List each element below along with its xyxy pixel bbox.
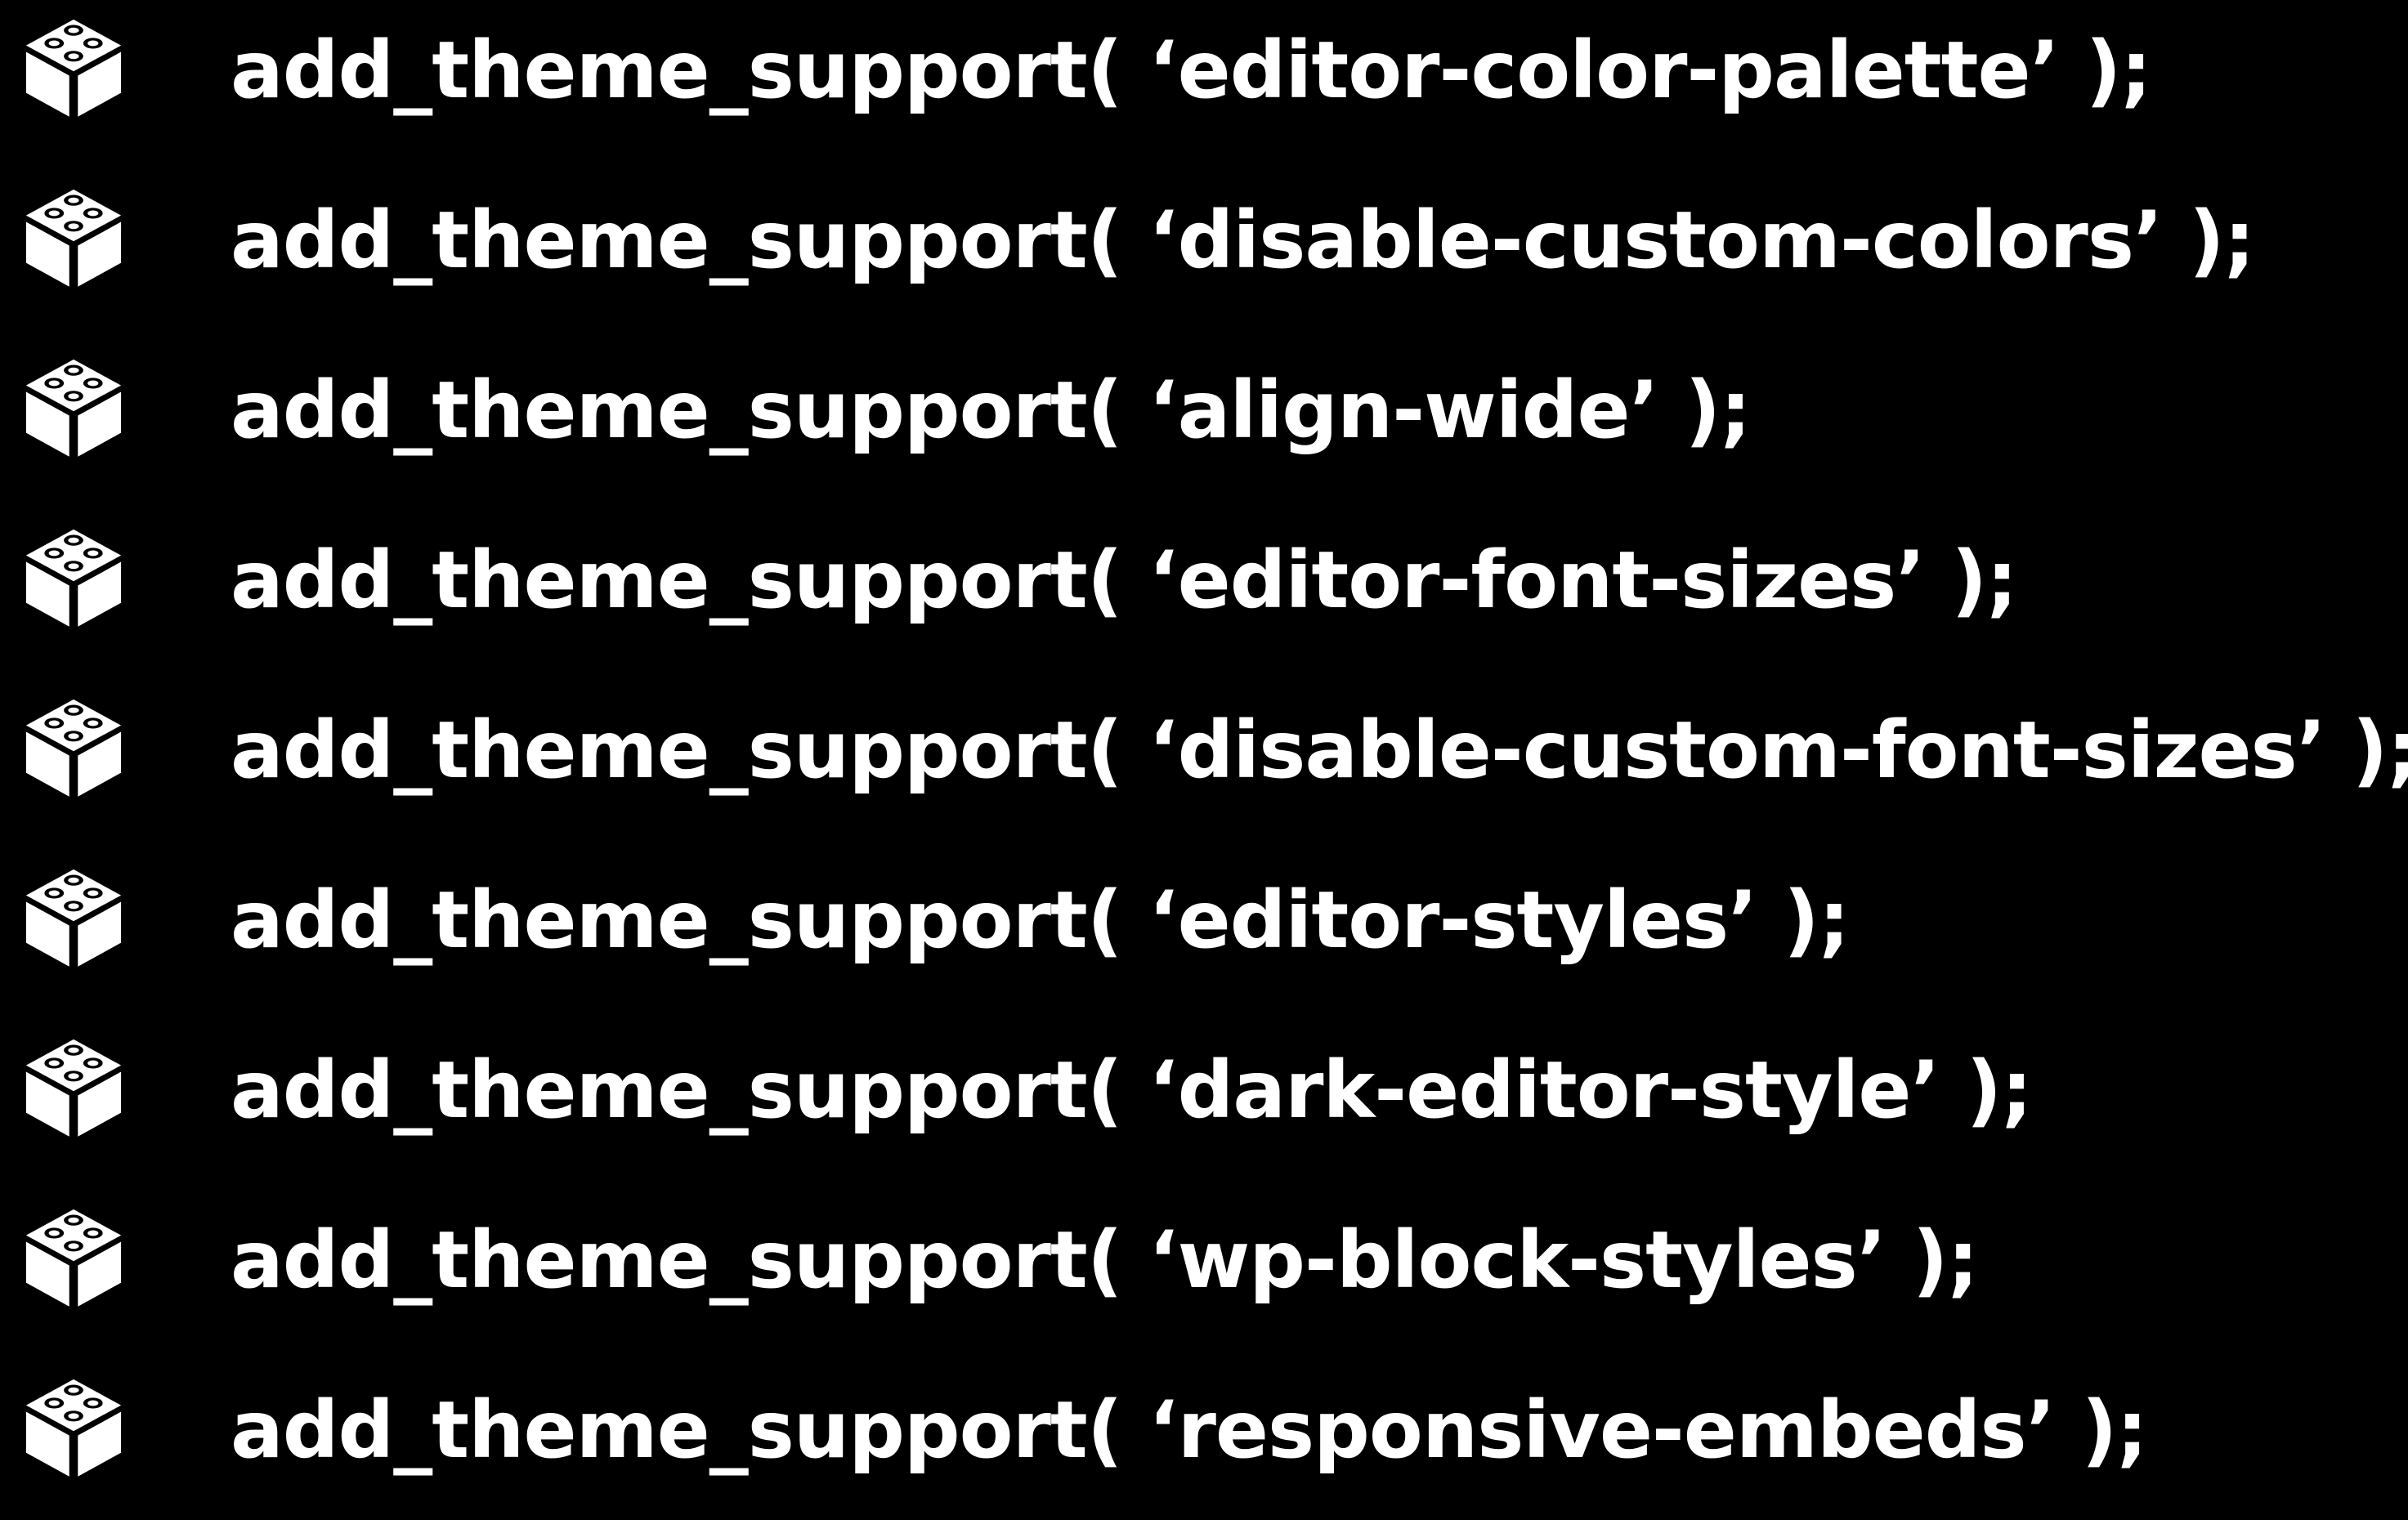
list-item: add_theme_support( ‘dark-editor-style’ )… (0, 1033, 2408, 1180)
block-icon (20, 863, 128, 971)
code-line: add_theme_support( ‘align-wide’ ); (231, 364, 1752, 456)
code-line: add_theme_support( ‘editor-font-sizes’ )… (231, 534, 2017, 626)
list-item: add_theme_support( ‘editor-font-sizes’ )… (0, 523, 2408, 670)
list-item: add_theme_support( ‘disable-custom-font-… (0, 693, 2408, 840)
block-icon (20, 1203, 128, 1311)
block-icon (20, 13, 128, 121)
code-line: add_theme_support( ‘disable-custom-color… (231, 194, 2255, 286)
block-icon (20, 1373, 128, 1481)
list-item: add_theme_support( ‘responsive-embeds’ )… (0, 1373, 2408, 1520)
block-icon (20, 353, 128, 461)
list-item: add_theme_support( ‘editor-styles’ ); (0, 863, 2408, 1010)
code-line: add_theme_support( ‘responsive-embeds’ )… (231, 1384, 2148, 1476)
list-item: add_theme_support( ‘align-wide’ ); (0, 353, 2408, 500)
block-icon (20, 183, 128, 291)
code-line: add_theme_support( ‘editor-styles’ ); (231, 874, 1850, 966)
list-item: add_theme_support( ‘disable-custom-color… (0, 183, 2408, 330)
code-line: add_theme_support( ‘editor-color-palette… (231, 25, 2152, 116)
code-line: add_theme_support( ‘disable-custom-font-… (231, 704, 2408, 796)
block-icon (20, 1033, 128, 1141)
block-icon (20, 693, 128, 801)
theme-support-list: add_theme_support( ‘editor-color-palette… (0, 0, 2408, 1491)
code-line: add_theme_support( ‘dark-editor-style’ )… (231, 1044, 2033, 1136)
list-item: add_theme_support( ‘wp-block-styles’ ); (0, 1203, 2408, 1350)
code-line: add_theme_support( ‘wp-block-styles’ ); (231, 1214, 1979, 1306)
list-item: add_theme_support( ‘editor-color-palette… (0, 13, 2408, 160)
block-icon (20, 523, 128, 631)
